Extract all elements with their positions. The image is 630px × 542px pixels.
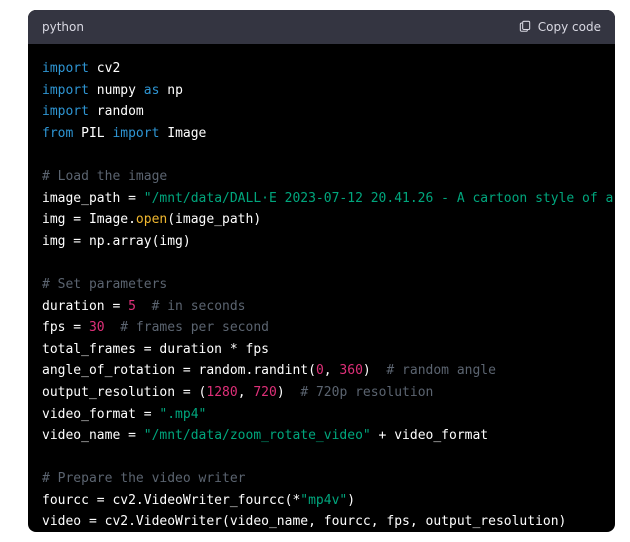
copy-code-label: Copy code xyxy=(538,20,601,34)
code-header: python Copy code xyxy=(28,10,615,44)
code-body: import cv2 import numpy as np import ran… xyxy=(28,44,615,532)
code-block: python Copy code import cv2 import numpy… xyxy=(28,10,615,532)
copy-code-button[interactable]: Copy code xyxy=(518,19,601,36)
clipboard-icon xyxy=(518,19,532,36)
language-label: python xyxy=(42,20,84,34)
code-content: import cv2 import numpy as np import ran… xyxy=(42,58,615,532)
